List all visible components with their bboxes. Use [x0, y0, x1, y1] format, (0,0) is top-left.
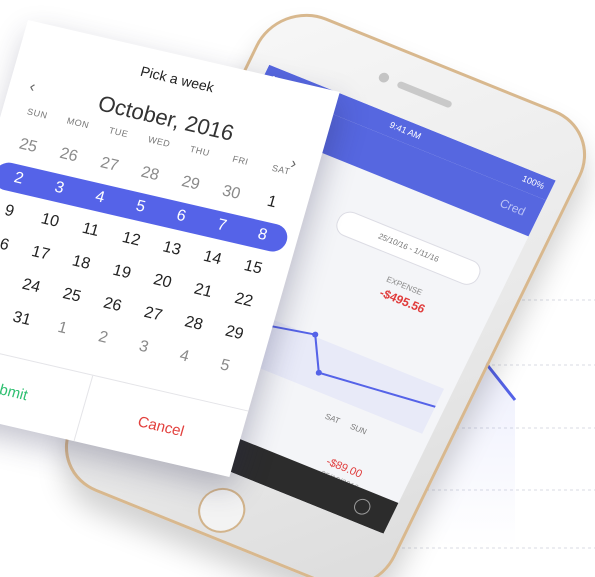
calendar-day[interactable]: 3: [121, 334, 167, 361]
calendar-day[interactable]: 27: [86, 152, 132, 179]
calendar-day[interactable]: 21: [180, 278, 226, 305]
calendar-day[interactable]: 19: [99, 259, 145, 286]
calendar-day[interactable]: 11: [68, 217, 114, 244]
battery-level: 100%: [520, 173, 547, 191]
camera-icon: [377, 71, 391, 85]
calendar-day[interactable]: 2: [80, 325, 126, 352]
calendar-day[interactable]: 5: [202, 353, 248, 380]
scene: •••• 9:41 AM 100% Cred 25/10/16 - 1/11/1…: [0, 0, 595, 577]
calendar-day[interactable]: 2: [0, 166, 41, 193]
calendar-day[interactable]: 7: [199, 212, 245, 239]
calendar-day[interactable]: 6: [158, 203, 204, 230]
calendar-day[interactable]: 1: [40, 315, 86, 342]
calendar-day[interactable]: 12: [108, 226, 154, 253]
calendar-day[interactable]: 8: [240, 222, 286, 249]
calendar-day[interactable]: 5: [118, 194, 164, 221]
home-button[interactable]: [190, 481, 254, 540]
date-range-selector[interactable]: 25/10/16 - 1/11/16: [332, 208, 485, 289]
calendar-day[interactable]: 14: [190, 245, 236, 272]
calendar-day[interactable]: 28: [127, 161, 173, 188]
calendar-day[interactable]: 28: [171, 311, 217, 338]
header-tab[interactable]: Cred: [498, 196, 528, 218]
day-label-sun: SUN: [348, 421, 369, 437]
calendar-day[interactable]: 4: [161, 343, 207, 370]
calendar-day[interactable]: 31: [0, 306, 44, 333]
speaker-grille: [396, 80, 453, 109]
calendar-day[interactable]: 10: [27, 208, 73, 235]
calendar-day[interactable]: 22: [221, 287, 267, 314]
calendar-day[interactable]: 20: [140, 269, 186, 296]
day-label-sat: SAT: [323, 411, 342, 426]
calendar-day[interactable]: 27: [130, 301, 176, 328]
calendar-day[interactable]: 17: [18, 240, 64, 267]
calendar-day[interactable]: 29: [168, 170, 214, 197]
help-tab-icon[interactable]: [351, 496, 374, 517]
calendar-day[interactable]: 26: [46, 142, 92, 169]
calendar-day[interactable]: 3: [36, 175, 82, 202]
calendar-day[interactable]: 30: [208, 180, 254, 207]
calendar-day[interactable]: 4: [77, 184, 123, 211]
calendar-day[interactable]: 26: [90, 292, 136, 319]
calendar-day[interactable]: 24: [8, 273, 54, 300]
calendar-day[interactable]: 15: [230, 255, 276, 282]
calendar-day[interactable]: 29: [211, 320, 257, 347]
calendar-day[interactable]: 25: [5, 133, 51, 160]
calendar-day[interactable]: 1: [249, 189, 295, 216]
calendar-day[interactable]: 25: [49, 283, 95, 310]
calendar-day[interactable]: 18: [58, 250, 104, 277]
calendar-day[interactable]: 13: [149, 236, 195, 263]
